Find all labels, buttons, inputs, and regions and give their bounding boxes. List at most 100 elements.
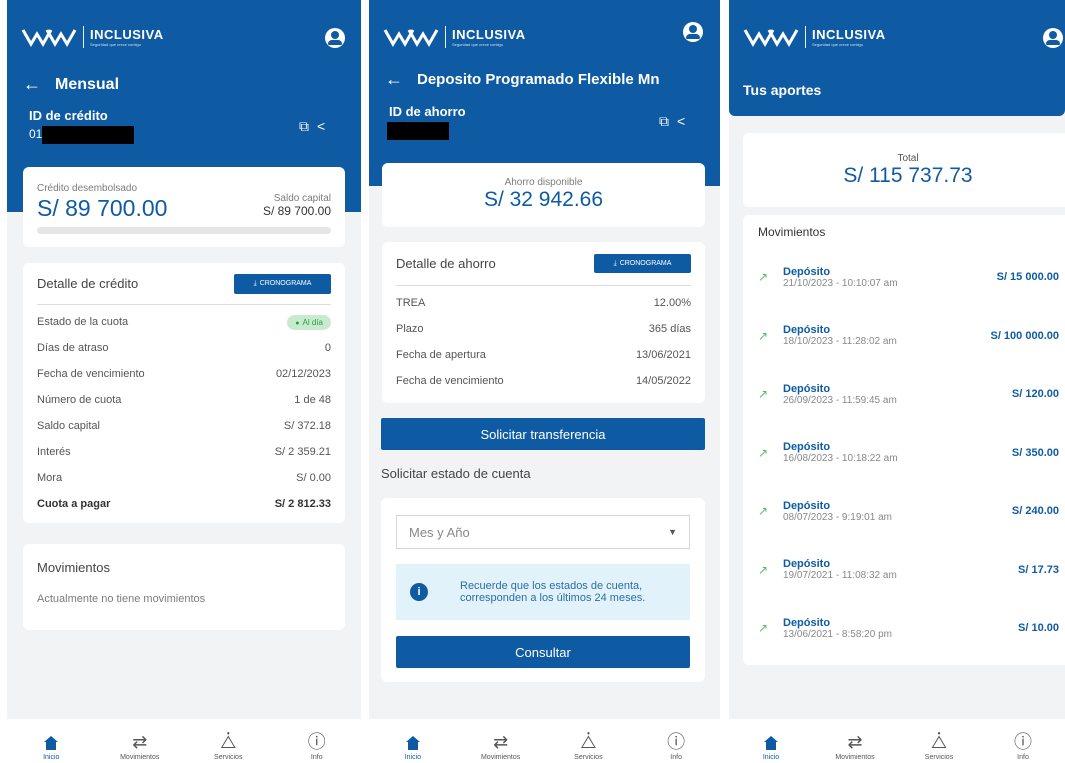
tab-info[interactable]: ⓘ Info <box>282 732 352 761</box>
tab-inicio[interactable]: Inicio <box>16 732 86 761</box>
back-arrow-icon[interactable]: ← <box>23 74 41 95</box>
page-title: Tus aportes <box>743 82 822 98</box>
detail-row: Fecha de vencimiento 14/05/2022 <box>396 368 691 394</box>
tab-label: Movimientos <box>835 754 875 761</box>
movement-text: Depósito 08/07/2023 - 9:19:01 am <box>783 500 1012 523</box>
logo-mark-icon <box>743 29 799 47</box>
id-actions: ⧉ < <box>659 113 685 130</box>
credit-screen: INCLUSIVA Seguridad que crece contigo ← M… <box>7 0 361 763</box>
row-label: Mora <box>37 472 63 484</box>
brand-name: INCLUSIVA <box>452 27 526 42</box>
movement-type: Depósito <box>783 616 831 629</box>
total-card: Total S/ 115 737.73 <box>743 133 1065 207</box>
movement-date: 26/09/2023 - 11:59:45 am <box>783 394 897 406</box>
tab-servicios[interactable]: ⧊ Servicios <box>904 732 974 761</box>
page-title: Mensual <box>55 75 120 93</box>
status-row: Estado de la cuota Al día <box>37 309 331 335</box>
savings-screen: INCLUSIVA Seguridad que crece contigo ← D… <box>369 0 720 763</box>
tab-movimientos[interactable]: ⇄ Movimientos <box>466 732 536 761</box>
bottom-tab-bar: Inicio ⇄ Movimientos ⧊ Servicios ⓘ Info <box>369 719 720 763</box>
list-item[interactable]: ↗ Depósito 19/07/2021 - 11:08:32 am S/ 17.7… <box>743 541 1065 599</box>
row-value: 0 <box>324 342 331 354</box>
home-icon <box>44 736 59 750</box>
info-text: Recuerde que los estados de cuenta, corr… <box>460 580 646 604</box>
row-value: 02/12/2023 <box>275 368 331 380</box>
services-icon: ⧊ <box>580 732 597 752</box>
services-icon: ⧊ <box>220 732 237 752</box>
download-icon: ⤓ <box>253 279 257 287</box>
balance-value: S/ 89 700.00 <box>262 204 331 218</box>
movement-text: Depósito 18/10/2023 - 11:28:02 am <box>783 324 990 347</box>
user-account-icon[interactable] <box>325 28 345 48</box>
back-arrow-icon[interactable]: ← <box>385 69 403 90</box>
tab-servicios[interactable]: ⧊ Servicios <box>553 732 623 761</box>
disbursed-value: S/ 89 700.00 <box>37 195 168 221</box>
total-label: Total <box>897 153 919 164</box>
cronograma-button[interactable]: ⤓ CRONOGRAMA <box>234 273 331 294</box>
detail-row: Fecha de vencimiento 02/12/2023 <box>37 361 331 387</box>
credit-id-value: 01 <box>29 126 135 144</box>
user-account-icon[interactable] <box>683 22 703 42</box>
row-value: S/ 2 812.33 <box>274 498 331 510</box>
list-item[interactable]: ↗ Depósito 16/08/2023 - 10:18:22 am S/ 350.… <box>743 424 1065 482</box>
tab-movimientos[interactable]: ⇄ Movimientos <box>820 732 890 761</box>
share-icon[interactable]: < <box>317 118 325 135</box>
row-label: Fecha de apertura <box>396 349 486 361</box>
row-label: Fecha de vencimiento <box>396 375 504 387</box>
tab-info[interactable]: ⓘ Info <box>988 732 1058 761</box>
row-value: 12.00% <box>653 297 691 309</box>
row-value: S/ 372.18 <box>283 420 331 432</box>
list-item[interactable]: ↗ Depósito 13/06/2021 - 8:58:20 pm S/ 10.00 <box>743 599 1065 657</box>
user-account-icon[interactable] <box>1043 28 1063 48</box>
copy-icon[interactable]: ⧉ <box>659 113 669 130</box>
movements-title: Movimientos <box>37 560 110 575</box>
tab-label: Inicio <box>43 754 60 761</box>
tab-inicio[interactable]: Inicio <box>378 732 448 761</box>
brand-tagline: Seguridad que crece contigo <box>90 42 141 47</box>
row-label: Plazo <box>396 323 424 335</box>
info-alert: i Recuerde que los estados de cuenta, co… <box>396 564 690 620</box>
brand-name: INCLUSIVA <box>812 27 886 42</box>
tab-label: Movimientos <box>120 754 160 761</box>
tab-label: Info <box>1017 754 1029 761</box>
tab-servicios[interactable]: ⧊ Servicios <box>193 732 263 761</box>
tab-inicio[interactable]: Inicio <box>736 732 806 761</box>
cronograma-button[interactable]: ⤓ CRONOGRAMA <box>594 254 691 273</box>
detail-row: TREA 12.00% <box>396 290 691 316</box>
detail-row: Saldo capital S/ 372.18 <box>37 413 331 439</box>
cronograma-label: CRONOGRAMA <box>619 260 672 267</box>
copy-icon[interactable]: ⧉ <box>299 118 309 135</box>
movement-amount: S/ 100 000.00 <box>990 329 1059 342</box>
movement-date: 13/06/2021 - 8:58:20 pm <box>783 628 892 640</box>
savings-header: INCLUSIVA Seguridad que crece contigo ← D… <box>369 0 720 186</box>
list-item[interactable]: ↗ Depósito 08/07/2023 - 9:19:01 am S/ 240.0… <box>743 482 1065 540</box>
row-label: Saldo capital <box>37 420 100 432</box>
list-item[interactable]: ↗ Depósito 18/10/2023 - 11:28:02 am S/ 100 … <box>743 307 1065 365</box>
list-item[interactable]: ↗ Depósito 26/09/2023 - 11:59:45 am S/ 120.… <box>743 365 1065 423</box>
movements-title: Movimientos <box>758 225 826 239</box>
row-label: Fecha de vencimiento <box>37 368 145 380</box>
payment-due-row: Cuota a pagar S/ 2 812.33 <box>37 491 331 517</box>
available-value: S/ 32 942.66 <box>483 188 604 211</box>
credit-id-prefix: 01 <box>29 127 43 142</box>
row-value: S/ 0.00 <box>296 472 331 484</box>
month-year-select[interactable]: Mes y Año ▼ <box>396 515 690 549</box>
home-icon <box>405 736 420 750</box>
consult-button[interactable]: Consultar <box>396 636 690 668</box>
info-icon: i <box>410 583 428 601</box>
request-transfer-button[interactable]: Solicitar transferencia <box>381 418 705 450</box>
bottom-tab-bar: Inicio ⇄ Movimientos ⧊ Servicios ⓘ Info <box>7 719 361 763</box>
cronograma-label: CRONOGRAMA <box>259 280 312 287</box>
redacted-block <box>42 126 135 144</box>
tab-info[interactable]: ⓘ Info <box>641 732 711 761</box>
tab-label: Movimientos <box>480 754 521 761</box>
transfer-icon: ⇄ <box>493 732 509 752</box>
movement-type: Depósito <box>783 265 831 278</box>
share-icon[interactable]: < <box>677 113 685 130</box>
transfer-icon: ⇄ <box>847 732 863 752</box>
tab-movimientos[interactable]: ⇄ Movimientos <box>105 732 175 761</box>
brand-tagline: Seguridad que crece contigo <box>812 42 863 47</box>
tab-label: Servicios <box>574 754 603 761</box>
list-item[interactable]: ↗ Depósito 21/10/2023 - 10:10:07 am S/ 15 0… <box>743 248 1065 306</box>
movement-amount: S/ 240.00 <box>1011 505 1059 517</box>
